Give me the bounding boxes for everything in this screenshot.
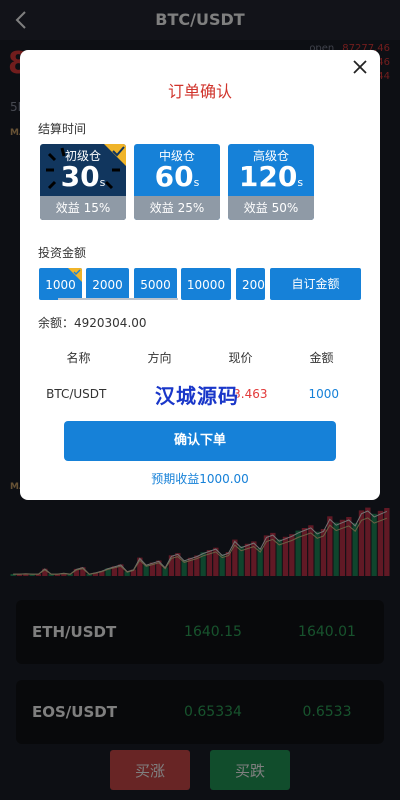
amount-option-2000[interactable]: 2000 — [86, 268, 129, 300]
cell-name: BTC/USDT — [46, 387, 107, 401]
period-seconds-value: 30 — [60, 160, 100, 193]
amount-option-10000[interactable]: 10000 — [181, 268, 231, 300]
col-name: 名称 — [66, 351, 91, 365]
period-seconds-value: 60 — [154, 160, 194, 193]
period-unit: s — [297, 176, 304, 189]
period-seconds: 60s — [134, 160, 220, 193]
selected-check-icon — [104, 144, 126, 166]
amount-value: 10000 — [186, 278, 226, 292]
amount-value: 5000 — [140, 278, 171, 292]
amount-value: 2000 — [92, 278, 123, 292]
cell-amount: 1000 — [308, 387, 340, 401]
settlement-label: 结算时间 — [38, 122, 87, 136]
watermark-text: 汉城源码 — [155, 384, 239, 408]
period-option-60s[interactable]: 中级仓 60s 效益 25% — [134, 144, 220, 220]
col-amount: 金额 — [309, 351, 334, 365]
amount-option-2000-partial[interactable]: 2000 — [236, 268, 265, 300]
amount-option-1000[interactable]: 1000 — [39, 268, 82, 300]
period-seconds-value: 120 — [238, 160, 298, 193]
amount-scrollbar[interactable] — [58, 298, 178, 300]
custom-amount-button[interactable]: 自订金额 — [270, 268, 361, 300]
period-option-120s[interactable]: 高级仓 120s 效益 50% — [228, 144, 314, 220]
order-confirm-dialog: 订单确认 结算时间 初级仓 30s 效益 15% 中级仓 60s 效益 25% — [20, 50, 380, 500]
period-unit: s — [99, 176, 106, 189]
period-yield: 效益 25% — [134, 196, 220, 220]
col-price: 现价 — [228, 351, 253, 365]
order-table-header: 名称 方向 现价 金额 — [38, 349, 362, 366]
period-yield: 效益 50% — [228, 196, 314, 220]
period-yield: 效益 15% — [40, 196, 126, 220]
amount-option-5000[interactable]: 5000 — [134, 268, 177, 300]
period-option-30s[interactable]: 初级仓 30s 效益 15% — [40, 144, 126, 220]
amount-value: 2000 — [242, 278, 265, 292]
selected-check-icon — [68, 268, 82, 282]
balance-text: 余额：4920304.00 — [38, 316, 147, 330]
close-icon[interactable] — [352, 59, 368, 75]
dialog-title: 订单确认 — [167, 82, 232, 101]
col-direction: 方向 — [147, 351, 172, 365]
confirm-order-button[interactable]: 确认下单 — [64, 421, 336, 461]
period-seconds: 120s — [228, 160, 314, 193]
expected-profit: 预期收益1000.00 — [151, 472, 249, 486]
period-unit: s — [193, 176, 200, 189]
amount-label: 投资金额 — [38, 246, 87, 260]
